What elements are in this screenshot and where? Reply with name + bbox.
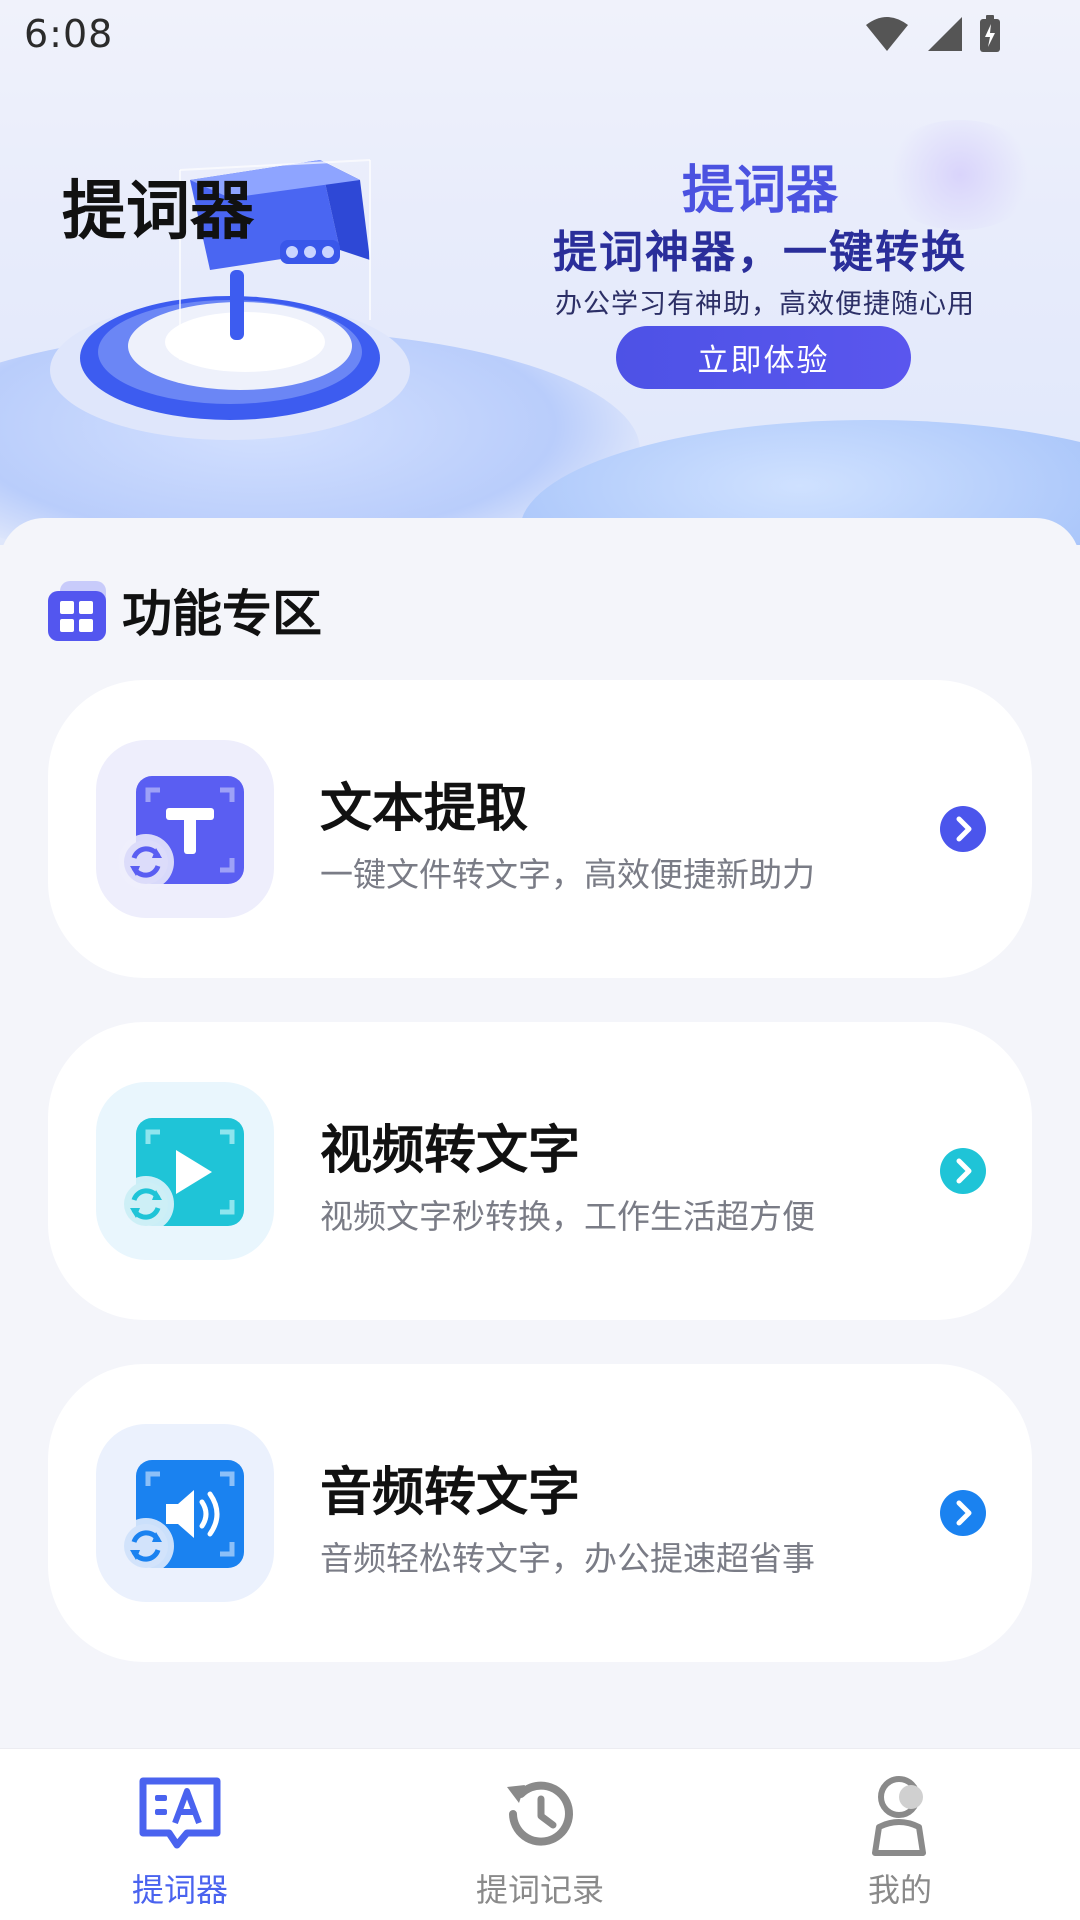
try-now-button[interactable]: 立即体验 bbox=[616, 326, 911, 389]
hero-app-title: 提词器 bbox=[62, 175, 254, 249]
feature-icon-tile bbox=[96, 740, 274, 918]
nav-label: 提词器 bbox=[131, 1871, 228, 1909]
promo-headline: 提词神器，一键转换 bbox=[553, 227, 967, 278]
section-title: 功能专区 bbox=[122, 585, 322, 643]
nav-item-teleprompter[interactable]: 提词器 bbox=[80, 1769, 280, 1911]
text-t-icon bbox=[118, 776, 244, 890]
feature-description: 视频文字秒转换，工作生活超方便 bbox=[320, 1197, 815, 1236]
speaker-icon bbox=[118, 1460, 244, 1574]
wifi-icon bbox=[866, 17, 908, 51]
teleprompter-tab-icon bbox=[139, 1777, 221, 1849]
nav-label: 提词记录 bbox=[475, 1871, 604, 1909]
grid-apps-icon bbox=[48, 581, 106, 641]
feature-description: 音频轻松转文字，办公提速超省事 bbox=[320, 1539, 815, 1578]
feature-card-audio-to-text[interactable]: 音频转文字 音频轻松转文字，办公提速超省事 bbox=[48, 1364, 1032, 1662]
user-profile-icon bbox=[872, 1776, 926, 1856]
feature-card-video-to-text[interactable]: 视频转文字 视频文字秒转换，工作生活超方便 bbox=[48, 1022, 1032, 1320]
feature-title: 音频转文字 bbox=[320, 1463, 581, 1523]
feature-card-text-extract[interactable]: 文本提取 一键文件转文字，高效便捷新助力 bbox=[48, 680, 1032, 978]
chevron-right-icon[interactable] bbox=[940, 1490, 986, 1536]
nav-item-history[interactable]: 提词记录 bbox=[440, 1769, 640, 1911]
promo-title: 提词器 bbox=[681, 161, 838, 221]
feature-title: 文本提取 bbox=[320, 779, 529, 839]
bottom-navigation: 提词器 提词记录 我的 bbox=[0, 1748, 1080, 1920]
cell-signal-icon bbox=[928, 17, 962, 51]
chevron-right-icon[interactable] bbox=[940, 1148, 986, 1194]
history-clock-icon bbox=[507, 1781, 573, 1846]
feature-title: 视频转文字 bbox=[320, 1121, 581, 1181]
nav-item-profile[interactable]: 我的 bbox=[800, 1769, 1000, 1911]
promo-subline: 办公学习有神助，高效便捷随心用 bbox=[555, 289, 975, 320]
section-header: 功能专区 bbox=[48, 574, 322, 646]
feature-icon-tile bbox=[96, 1082, 274, 1260]
chevron-right-icon[interactable] bbox=[940, 806, 986, 852]
hero-banner[interactable]: 6:08 提词器 提词器 提词神器，一键转换 办公学习有神助，高效便捷随心用 立… bbox=[0, 0, 1080, 545]
nav-label: 我的 bbox=[867, 1871, 932, 1909]
feature-panel: 功能专区 文本提取 一键文件转文字，高效便捷新助力 视频转文字 视频文字秒转换，… bbox=[0, 518, 1080, 1748]
status-time: 6:08 bbox=[24, 12, 114, 56]
feature-description: 一键文件转文字，高效便捷新助力 bbox=[320, 855, 815, 894]
status-bar: 6:08 bbox=[0, 0, 1080, 80]
battery-charging-icon bbox=[980, 15, 1000, 52]
play-icon bbox=[118, 1118, 244, 1232]
feature-icon-tile bbox=[96, 1424, 274, 1602]
